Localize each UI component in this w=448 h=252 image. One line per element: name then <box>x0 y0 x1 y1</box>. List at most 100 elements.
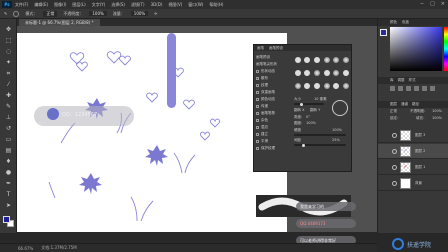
brightness-icon[interactable] <box>390 86 395 91</box>
document-tab[interactable]: 未标题-1 @ 66.7%(图层 2, RGB/8) * <box>19 19 100 26</box>
layer-row[interactable]: 背景 <box>378 176 448 191</box>
mode-select[interactable]: 正常 <box>43 10 58 17</box>
menu-window[interactable]: 窗口(W) <box>188 2 203 8</box>
type-tool-icon[interactable]: T <box>4 190 13 199</box>
eraser-tool-icon[interactable]: ▭ <box>4 135 13 144</box>
menu-type[interactable]: 文字(Y) <box>92 2 106 8</box>
visibility-eye-icon[interactable] <box>392 180 397 186</box>
visibility-eye-icon[interactable] <box>392 148 397 154</box>
dodge-tool-icon[interactable]: ● <box>4 168 13 177</box>
checkbox[interactable] <box>256 98 259 101</box>
layer-row-selected[interactable]: ✓ 图层 2 <box>378 144 448 159</box>
fill-field[interactable]: 100% <box>432 116 442 120</box>
spacing-value[interactable]: 25% <box>332 138 340 142</box>
menu-3d[interactable]: 3D(D) <box>151 2 163 7</box>
brush-tip[interactable] <box>323 83 330 90</box>
brush-tip[interactable] <box>294 69 301 76</box>
brush-option[interactable]: 杂色 <box>256 117 290 124</box>
checkbox[interactable] <box>256 133 259 136</box>
hardness-slider[interactable] <box>294 134 346 136</box>
menu-edit[interactable]: 编辑(E) <box>34 2 48 8</box>
gradient-tool-icon[interactable]: ▤ <box>4 146 13 155</box>
brush-preset-picker-icon[interactable] <box>13 10 20 17</box>
tab-styles[interactable]: 样式 <box>409 77 416 84</box>
path-select-tool-icon[interactable]: ➤ <box>4 201 13 210</box>
menu-help[interactable]: 帮助(H) <box>209 2 223 8</box>
tab-color[interactable]: 颜色 <box>390 19 397 26</box>
tab-channels[interactable]: 通道 <box>401 101 408 108</box>
checkbox[interactable] <box>256 112 259 115</box>
size-value[interactable]: 10 像素 <box>314 97 327 102</box>
tab-adjustments[interactable]: 调整 <box>398 77 405 84</box>
zoom-level[interactable]: 66.67% <box>18 246 33 251</box>
tab-libraries[interactable]: 库 <box>390 77 394 84</box>
pen-tool-icon[interactable]: ✒ <box>4 179 13 188</box>
checkbox[interactable] <box>256 70 259 73</box>
brush-tip[interactable] <box>323 69 330 76</box>
brush-option[interactable]: 画笔笔尖形状 <box>256 61 290 68</box>
tab-swatches[interactable]: 色板 <box>402 19 409 26</box>
crop-tool-icon[interactable]: ⌗ <box>4 69 13 78</box>
brush-option[interactable]: 建立 <box>256 131 290 138</box>
checkbox[interactable] <box>256 77 259 80</box>
brush-tip[interactable] <box>304 83 311 90</box>
brush-option[interactable]: 散布 <box>256 75 290 82</box>
layer-opacity-field[interactable]: 100% <box>432 109 442 113</box>
size-slider[interactable] <box>294 103 324 105</box>
brush-presets-button[interactable]: 画笔预设 <box>256 54 290 61</box>
brush-option[interactable]: 形状动态 <box>256 68 290 75</box>
brush-tip[interactable] <box>304 69 311 76</box>
flow-field[interactable]: 100% <box>130 11 149 16</box>
levels-icon[interactable] <box>398 86 403 91</box>
minimize-icon[interactable]: − <box>420 1 424 7</box>
brush-tip[interactable] <box>343 69 350 76</box>
brush-option[interactable]: 平滑 <box>256 138 290 145</box>
checkbox[interactable] <box>256 105 259 108</box>
brush-tip[interactable] <box>333 56 340 63</box>
brush-tip[interactable] <box>333 69 340 76</box>
menu-select[interactable]: 选择(S) <box>111 2 125 8</box>
brush-tip[interactable] <box>314 83 321 90</box>
move-tool-icon[interactable]: ✥ <box>4 25 13 34</box>
menu-image[interactable]: 图像(I) <box>54 2 66 8</box>
blend-mode-select[interactable]: 正常 <box>390 109 397 114</box>
brush-tip[interactable] <box>333 83 340 90</box>
brush-tip[interactable] <box>343 83 350 90</box>
checkbox[interactable] <box>256 147 259 150</box>
tab-brush[interactable]: 画笔 <box>257 45 264 51</box>
checkbox[interactable] <box>256 91 259 94</box>
spacing-slider-handle[interactable] <box>302 143 305 147</box>
checkbox[interactable] <box>256 140 259 143</box>
brush-tip[interactable] <box>304 56 311 63</box>
brush-option[interactable]: 湿边 <box>256 124 290 131</box>
hue-saturation-icon[interactable] <box>430 86 435 91</box>
brush-option[interactable]: 传递 <box>256 103 290 110</box>
size-slider-handle[interactable] <box>300 102 303 106</box>
tab-brush-presets[interactable]: 画笔预设 <box>269 45 283 51</box>
foreground-swatch[interactable] <box>380 29 387 36</box>
layer-row[interactable]: 图层 3 <box>378 128 448 143</box>
exposure-icon[interactable] <box>414 86 419 91</box>
hardness-value[interactable]: 100% <box>332 128 342 132</box>
brush-option[interactable]: 颜色动态 <box>256 96 290 103</box>
visibility-eye-icon[interactable] <box>392 132 397 138</box>
brush-tip[interactable] <box>314 56 321 63</box>
menu-filter[interactable]: 滤镜(T) <box>131 2 145 8</box>
brush-option[interactable]: 画笔笔势 <box>256 110 290 117</box>
brush-option[interactable]: 保护纹理 <box>256 145 290 152</box>
tab-paths[interactable]: 路径 <box>412 101 419 108</box>
menu-layer[interactable]: 图层(L) <box>72 2 85 8</box>
eyedropper-tool-icon[interactable]: ⁄ <box>4 80 13 89</box>
lasso-tool-icon[interactable]: ◌ <box>4 47 13 56</box>
menu-view[interactable]: 视图(V) <box>168 2 182 8</box>
foreground-color-swatch[interactable] <box>3 216 10 223</box>
layer-row[interactable]: ✓ 图层 1 <box>378 160 448 175</box>
checkbox[interactable] <box>256 126 259 129</box>
brush-tool-icon[interactable]: ✎ <box>4 102 13 111</box>
close-icon[interactable]: × <box>441 1 445 7</box>
document-canvas[interactable] <box>17 33 287 232</box>
opacity-field[interactable]: 100% <box>89 11 107 16</box>
quick-select-tool-icon[interactable]: ✦ <box>4 58 13 67</box>
visibility-eye-icon[interactable] <box>392 164 397 170</box>
brush-tip[interactable] <box>294 56 301 63</box>
